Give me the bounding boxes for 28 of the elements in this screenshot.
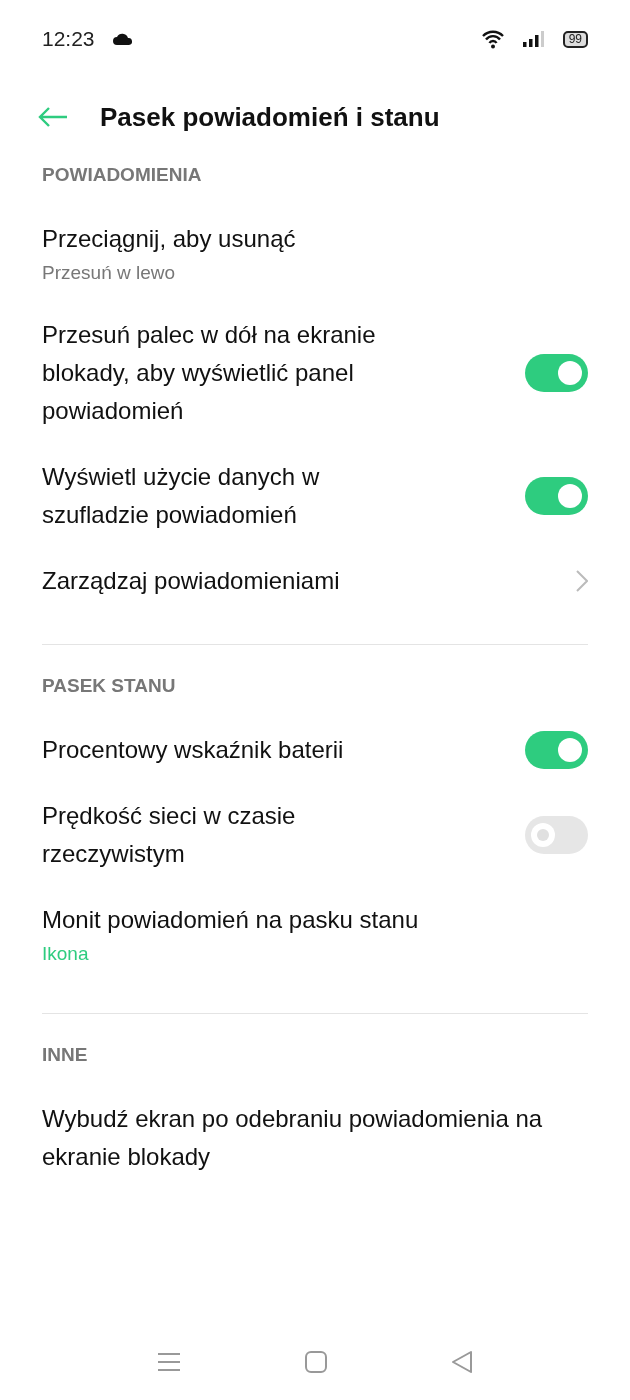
toggle-switch[interactable] bbox=[525, 731, 588, 769]
section-header: INNE bbox=[42, 1044, 88, 1066]
section-header: PASEK STANU bbox=[42, 675, 176, 697]
setting-subtitle: Przesuń w lewo bbox=[42, 261, 176, 285]
signal-icon bbox=[522, 31, 545, 47]
setting-title[interactable]: Procentowy wskaźnik baterii bbox=[42, 731, 344, 769]
setting-title[interactable]: Przesuń palec w dół na ekranie blokady, aby wyświetlić panel powiadomień bbox=[42, 316, 432, 430]
setting-title[interactable]: Zarządzaj powiadomieniami bbox=[42, 562, 340, 600]
status-time: 12:23 bbox=[42, 27, 95, 51]
page-title: Pasek powiadomień i stanu bbox=[100, 101, 440, 133]
home-square-icon[interactable] bbox=[305, 1351, 327, 1373]
toggle-switch[interactable] bbox=[525, 816, 588, 854]
section-header: POWIADOMIENIA bbox=[42, 164, 202, 186]
menu-icon[interactable] bbox=[157, 1352, 181, 1372]
wifi-icon bbox=[480, 29, 505, 49]
setting-title[interactable]: Wyświetl użycie danych w szufladzie powiadomień bbox=[42, 458, 432, 534]
toggle-switch[interactable] bbox=[525, 354, 588, 392]
setting-title[interactable]: Przeciągnij, aby usunąć bbox=[42, 220, 296, 258]
setting-subtitle: Ikona bbox=[42, 942, 89, 966]
battery-level: 99 bbox=[562, 30, 588, 48]
back-arrow-icon[interactable] bbox=[38, 107, 68, 127]
setting-title[interactable]: Prędkość sieci w czasie rzeczywistym bbox=[42, 797, 432, 873]
chevron-right-icon bbox=[576, 570, 588, 592]
cloud-icon bbox=[112, 33, 133, 45]
setting-title[interactable]: Monit powiadomień na pasku stanu bbox=[42, 901, 419, 939]
back-triangle-icon[interactable] bbox=[451, 1350, 473, 1374]
toggle-switch[interactable] bbox=[525, 477, 588, 515]
setting-title[interactable]: Wybudź ekran po odebraniu powiadomienia na ekranie blokady bbox=[42, 1100, 588, 1176]
